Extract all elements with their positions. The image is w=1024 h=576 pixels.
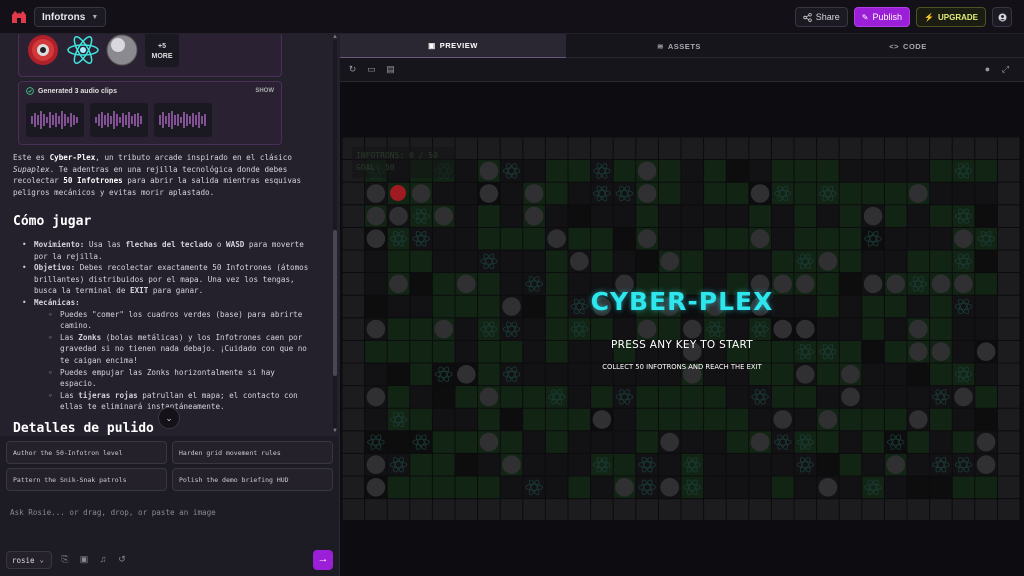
audio-card-header: Generated 3 audio clips [26,87,117,95]
image-icon[interactable]: ▣ [78,554,90,566]
code-icon: <> [889,41,900,51]
generated-images-card: +5 MORE [18,34,282,77]
share-icon [803,12,812,22]
game-title: CYBER-PLEX [590,287,774,316]
suggestion-chip[interactable]: Author the 50-Infotron level [6,441,167,464]
project-selector[interactable]: Infotrons ▼ [34,7,107,27]
chat-input[interactable]: Ask Rosie... or drag, drop, or paste an … [10,508,216,517]
hud-infotrons: INFOTRONS: 0 / 50 [356,151,438,160]
project-name: Infotrons [42,11,86,23]
suggestion-chip[interactable]: Pattern the Snik-Snak patrols [6,468,167,491]
chevron-down-icon: ▼ [91,13,99,21]
chat-history[interactable]: +5 MORE Generated 3 audio clips SHOW Este… [0,34,340,436]
waveform-icon [159,111,206,129]
tab-code-label: CODE [903,41,927,51]
scrollbar-thumb[interactable] [333,230,337,376]
model-selector[interactable]: rosie ⌄ [6,551,52,569]
publish-button[interactable]: ✎ Publish [853,7,911,27]
list-item: Puedes "comer" los cuadros verdes (base)… [34,309,310,332]
arrow-right-icon: → [317,553,329,565]
top-bar: Infotrons ▼ Share ✎ Publish ⚡ UPGRADE [0,0,1024,34]
upgrade-button[interactable]: ⚡ UPGRADE [916,7,986,27]
app-logo-icon[interactable] [11,9,27,24]
heading-polish-details: Detalles de pulido [13,421,154,436]
user-icon [998,13,1006,21]
hud-goal: GOAL: 50 [356,163,395,172]
desktop-icon[interactable]: ▭ [366,64,377,75]
history-icon[interactable]: ↺ [116,554,128,566]
send-button[interactable]: → [313,550,333,570]
preview-panel: ▣ PREVIEW ≋ ASSETS <> CODE ↻ ▭ ▤ ● ⤢ INF… [340,34,1024,576]
list-item: Puedes empujar las Zonks horizontalmente… [34,367,310,390]
share-button[interactable]: Share [794,7,848,27]
tab-preview-label: PREVIEW [439,41,478,50]
audio-clip[interactable] [26,103,84,137]
how-to-play-list: Movimiento: Usa las flechas del teclado … [20,239,310,413]
list-item: Objetivo: Debes recolectar exactamente 5… [20,262,310,297]
audio-card-title: Generated 3 audio clips [38,87,117,95]
model-name: rosie [12,555,35,565]
tab-assets[interactable]: ≋ ASSETS [566,34,792,58]
game-canvas[interactable]: INFOTRONS: 0 / 50 GOAL: 50 CYBER-PLEX PR… [342,137,1022,520]
sound-icon[interactable]: ♫ [97,554,109,566]
suggestion-chip[interactable]: Harden grid movement rules [172,441,333,464]
game-hud: INFOTRONS: 0 / 50 GOAL: 50 [352,147,455,178]
audio-show-button[interactable]: SHOW [255,88,274,94]
record-icon[interactable]: ● [982,64,993,75]
preview-toolbar: ↻ ▭ ▤ ● ⤢ [340,58,1024,82]
list-item: Movimiento: Usa las flechas del teclado … [20,239,310,262]
scroll-down-arrow-icon[interactable]: ▼ [332,428,338,434]
share-label: Share [815,12,840,22]
audio-clip[interactable] [90,103,148,137]
suggestion-chip[interactable]: Polish the demo briefing HUD [172,468,333,491]
audio-clips-card: Generated 3 audio clips SHOW [18,81,282,145]
check-circle-icon [26,87,34,95]
upgrade-label: UPGRADE [937,12,978,22]
generated-image-red-eye[interactable] [26,34,60,67]
list-item: Mecánicas: Puedes "comer" los cuadros ve… [20,297,310,413]
scroll-to-bottom-button[interactable]: ⌄ [158,407,180,429]
lightning-icon: ⚡ [924,12,934,22]
layers-icon: ≋ [657,41,664,51]
press-start-text: PRESS ANY KEY TO START [611,339,753,351]
heading-how-to-play: Cómo jugar [13,214,92,229]
list-item: Las Zonks (bolas metálicas) y los Infotr… [34,332,310,367]
chevron-down-icon: ⌄ [39,556,44,564]
account-button[interactable] [992,7,1012,27]
generated-image-metal-ball[interactable] [105,34,139,67]
tab-preview[interactable]: ▣ PREVIEW [340,34,566,58]
objective-text: COLLECT 50 INFOTRONS AND REACH THE EXIT [602,363,762,371]
attach-icon[interactable]: ⎘ [59,554,71,566]
generated-image-atom[interactable] [66,34,100,67]
audio-clip[interactable] [154,103,212,137]
tab-assets-label: ASSETS [667,41,701,51]
waveform-icon [31,111,78,129]
screenshot-icon[interactable]: ▤ [385,64,396,75]
scroll-up-arrow-icon[interactable]: ▲ [332,34,338,40]
tab-code[interactable]: <> CODE [792,34,1024,58]
chat-panel: +5 MORE Generated 3 audio clips SHOW Este… [0,34,340,576]
game-background [342,137,1022,520]
more-images-tile[interactable]: +5 MORE [145,34,179,67]
assistant-message-intro: Este es Cyber-Plex, un tributo arcade in… [13,153,302,197]
preview-tabs: ▣ PREVIEW ≋ ASSETS <> CODE [340,34,1024,58]
preview-icon: ▣ [428,41,436,50]
refresh-icon[interactable]: ↻ [347,64,358,75]
overlay-dim [342,137,1022,520]
player-sprite [390,185,406,201]
publish-label: Publish [872,12,903,22]
wand-icon: ✎ [861,12,869,22]
waveform-icon [95,111,142,129]
fullscreen-icon[interactable]: ⤢ [1000,64,1011,75]
chevron-down-icon: ⌄ [165,413,173,423]
chat-scrollbar[interactable] [333,40,337,430]
